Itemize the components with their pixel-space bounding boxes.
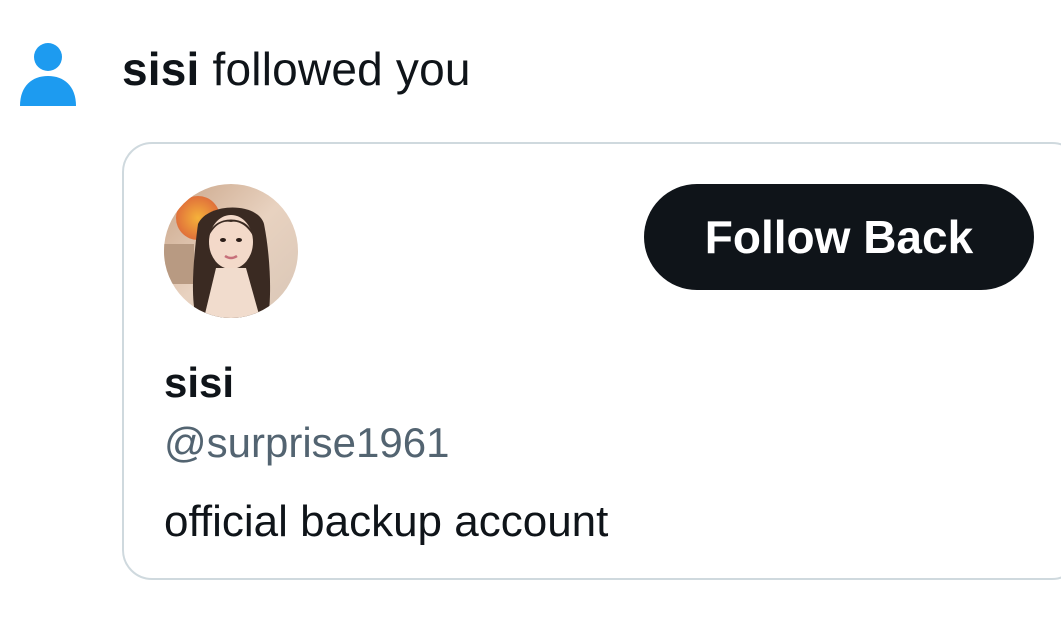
avatar[interactable]: [164, 184, 298, 318]
person-icon: [20, 43, 76, 106]
notification-text: sisi followed you: [122, 40, 471, 98]
user-card[interactable]: Follow Back sisi @surprise1961 official …: [122, 142, 1061, 580]
avatar-photo: [164, 184, 298, 318]
actor-name[interactable]: sisi: [122, 43, 200, 95]
action-text: followed you: [199, 43, 471, 95]
user-bio: official backup account: [164, 497, 609, 546]
display-name[interactable]: sisi: [164, 358, 234, 408]
user-handle[interactable]: @surprise1961: [164, 418, 449, 468]
follow-back-button[interactable]: Follow Back: [644, 184, 1034, 290]
notification-item[interactable]: sisi followed you Follow Back sisi @surp…: [0, 0, 1061, 617]
